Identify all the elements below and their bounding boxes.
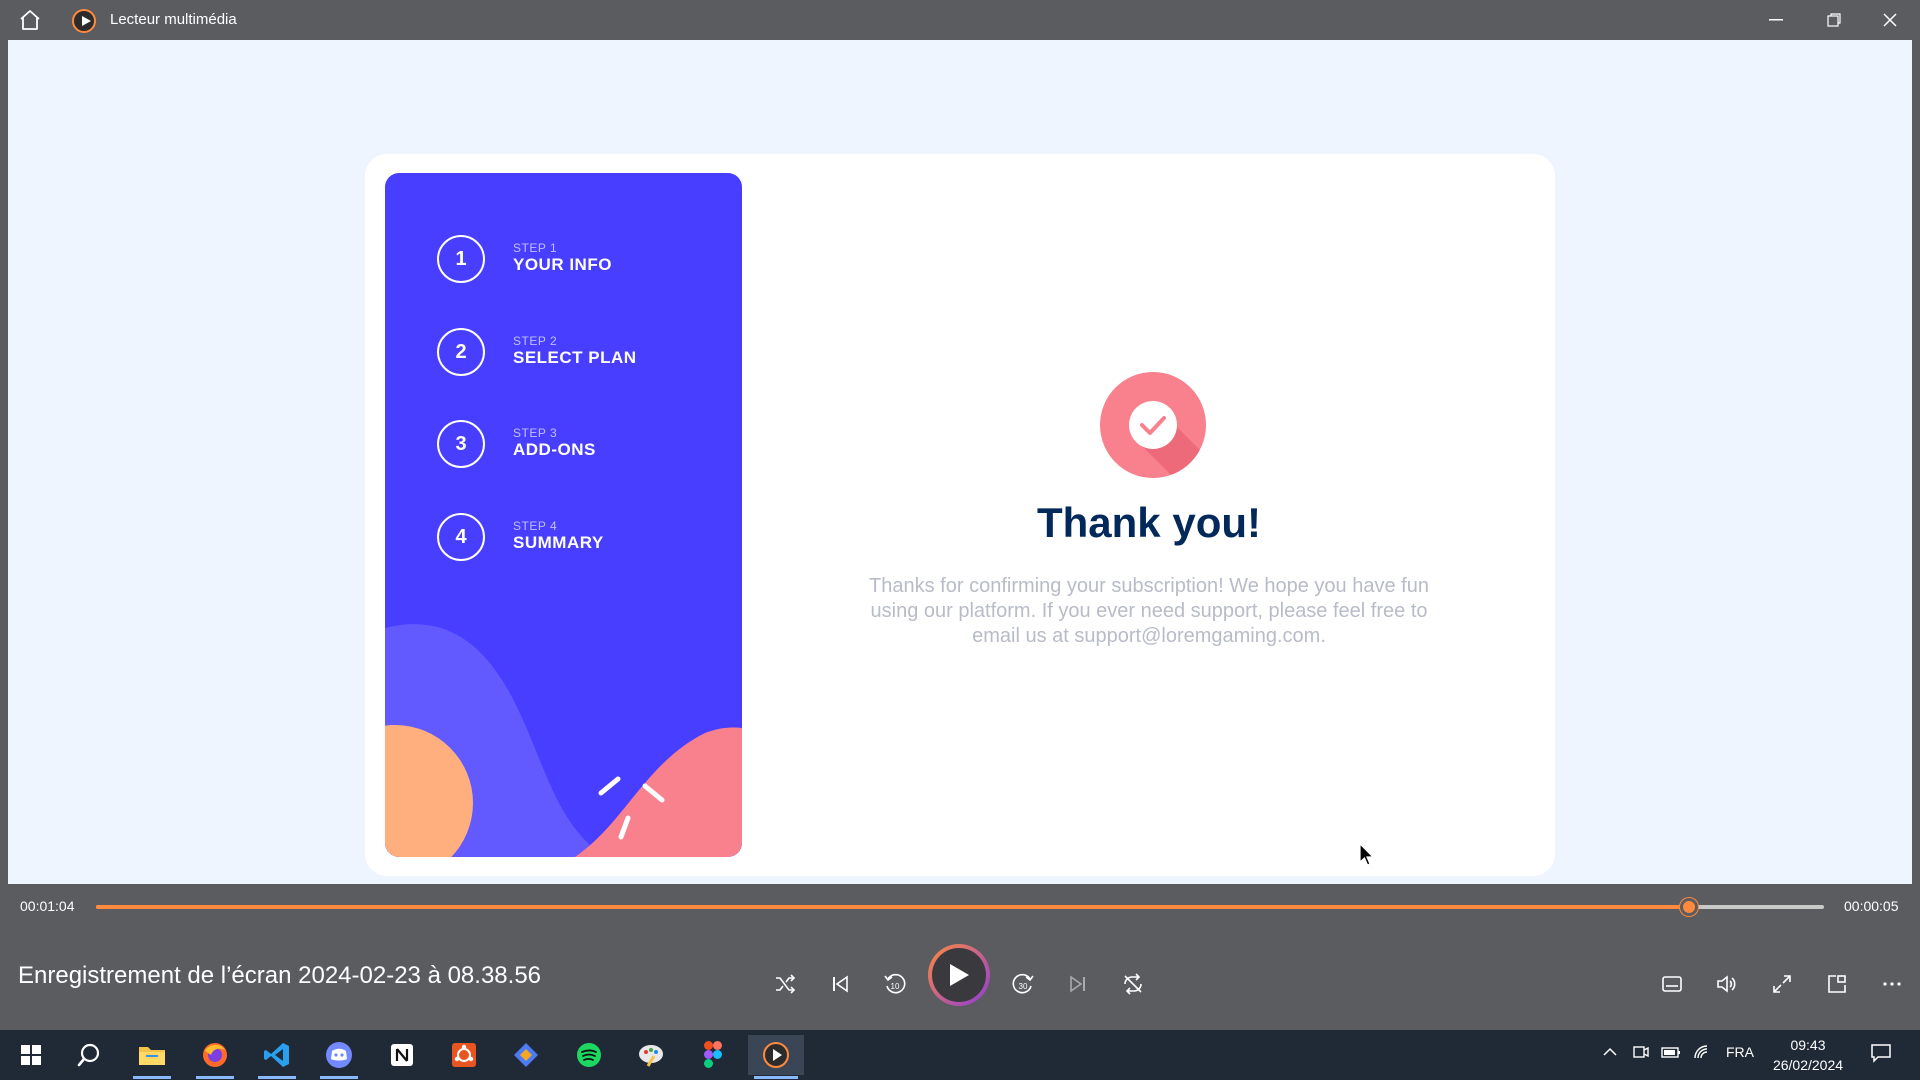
step-4: 4 STEP 4 SUMMARY bbox=[437, 513, 717, 563]
step-1: 1 STEP 1 YOUR INFO bbox=[437, 235, 717, 285]
previous-icon[interactable] bbox=[820, 964, 860, 1004]
next-icon[interactable] bbox=[1058, 964, 1098, 1004]
step-title: ADD-ONS bbox=[513, 440, 596, 459]
home-icon[interactable] bbox=[18, 9, 42, 31]
player-controls: 00:01:04 00:00:05 Enregistrement de l’éc… bbox=[8, 884, 1912, 1030]
checkmark-icon bbox=[1100, 372, 1206, 478]
battery-icon[interactable] bbox=[1661, 1044, 1681, 1063]
meet-icon[interactable] bbox=[1633, 1044, 1649, 1063]
volume-icon[interactable] bbox=[1707, 964, 1747, 1004]
spotify-icon[interactable] bbox=[564, 1035, 614, 1075]
window-title: Lecteur multimédia bbox=[110, 11, 237, 28]
media-player-taskbar-icon[interactable] bbox=[748, 1035, 804, 1079]
step-label: STEP 1 bbox=[513, 241, 558, 255]
step-number: 2 bbox=[437, 328, 485, 376]
system-clock[interactable]: 09:43 26/02/2024 bbox=[1768, 1035, 1848, 1075]
repeat-icon[interactable] bbox=[1113, 964, 1153, 1004]
confirmation-panel: Thank you! Thanks for confirming your su… bbox=[743, 154, 1555, 876]
discord-icon[interactable] bbox=[314, 1035, 364, 1079]
seek-progress bbox=[96, 905, 1690, 909]
search-icon[interactable] bbox=[64, 1035, 114, 1075]
git-client-icon[interactable] bbox=[501, 1035, 551, 1075]
shuffle-icon[interactable] bbox=[765, 964, 805, 1004]
elapsed-time: 00:01:04 bbox=[20, 898, 75, 914]
video-frame[interactable]: 1 STEP 1 YOUR INFO 2 STEP 2 SELECT PLAN … bbox=[8, 40, 1912, 884]
title-bar: Lecteur multimédia bbox=[0, 0, 1920, 40]
step-label: STEP 4 bbox=[513, 519, 558, 533]
media-title: Enregistrement de l’écran 2024-02-23 à 0… bbox=[18, 962, 542, 989]
seek-bar[interactable] bbox=[96, 898, 1824, 916]
step-title: YOUR INFO bbox=[513, 255, 612, 274]
notion-icon[interactable] bbox=[377, 1035, 427, 1075]
step-label: STEP 2 bbox=[513, 334, 558, 348]
windows-start-icon[interactable] bbox=[6, 1035, 56, 1075]
close-button[interactable] bbox=[1870, 6, 1910, 34]
chevron-up-icon[interactable] bbox=[1602, 1044, 1618, 1063]
figma-icon[interactable] bbox=[688, 1035, 738, 1075]
clock-date: 26/02/2024 bbox=[1772, 1057, 1844, 1073]
step-number: 3 bbox=[437, 420, 485, 468]
subtitles-icon[interactable] bbox=[1652, 964, 1692, 1004]
step-3: 3 STEP 3 ADD-ONS bbox=[437, 420, 717, 470]
steps-sidebar: 1 STEP 1 YOUR INFO 2 STEP 2 SELECT PLAN … bbox=[385, 173, 742, 857]
file-explorer-icon[interactable] bbox=[127, 1035, 177, 1079]
fullscreen-icon[interactable] bbox=[1762, 964, 1802, 1004]
miniplayer-icon[interactable] bbox=[1817, 964, 1857, 1004]
play-icon bbox=[950, 964, 969, 986]
media-player-app-icon bbox=[72, 9, 96, 33]
confirmation-message: Thanks for confirming your subscription!… bbox=[869, 575, 1429, 647]
thank-you-heading: Thank you! bbox=[1036, 499, 1261, 546]
restore-button[interactable] bbox=[1814, 6, 1854, 34]
rewind-10-icon[interactable]: 10 bbox=[875, 964, 915, 1004]
ubuntu-icon[interactable] bbox=[439, 1035, 489, 1075]
taskbar: FRA 09:43 26/02/2024 bbox=[0, 1030, 1920, 1080]
step-number: 4 bbox=[437, 513, 485, 561]
vscode-icon[interactable] bbox=[252, 1035, 302, 1079]
step-title: SUMMARY bbox=[513, 533, 604, 552]
step-title: SELECT PLAN bbox=[513, 348, 637, 367]
play-button[interactable] bbox=[928, 944, 990, 1006]
step-number: 1 bbox=[437, 235, 485, 283]
seek-thumb[interactable] bbox=[1680, 898, 1699, 916]
remaining-time: 00:00:05 bbox=[1844, 898, 1899, 914]
step-label: STEP 3 bbox=[513, 426, 558, 440]
language-indicator[interactable]: FRA bbox=[1726, 1044, 1754, 1060]
forward-seconds: 30 bbox=[1019, 982, 1028, 991]
forward-30-icon[interactable]: 30 bbox=[1003, 964, 1043, 1004]
wifi-icon[interactable] bbox=[1693, 1044, 1711, 1063]
paint-app-icon[interactable] bbox=[626, 1035, 676, 1075]
minimize-button[interactable] bbox=[1756, 6, 1796, 34]
notifications-icon[interactable] bbox=[1870, 1043, 1892, 1066]
mouse-cursor-icon bbox=[1359, 843, 1375, 866]
form-card: 1 STEP 1 YOUR INFO 2 STEP 2 SELECT PLAN … bbox=[365, 154, 1555, 876]
step-2: 2 STEP 2 SELECT PLAN bbox=[437, 328, 717, 378]
more-icon[interactable] bbox=[1872, 964, 1912, 1004]
rewind-seconds: 10 bbox=[891, 982, 900, 991]
firefox-icon[interactable] bbox=[190, 1035, 240, 1079]
clock-time: 09:43 bbox=[1790, 1037, 1826, 1053]
